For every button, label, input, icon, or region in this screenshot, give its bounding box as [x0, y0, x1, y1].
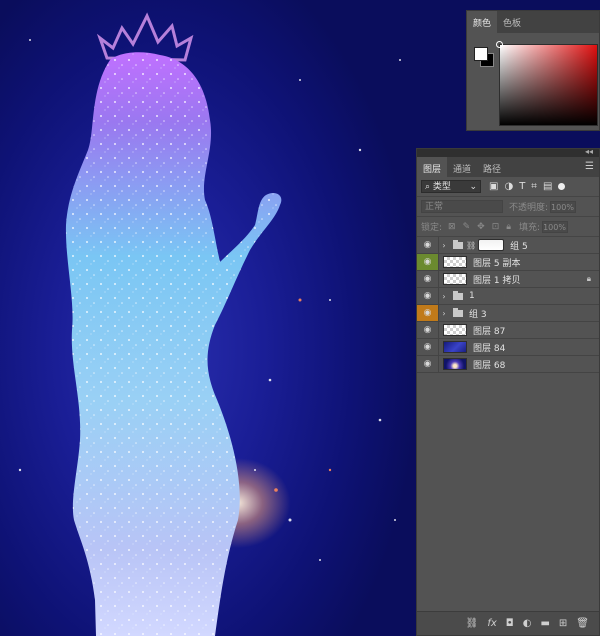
color-picker-handle[interactable] [496, 41, 503, 48]
lock-all-icon[interactable]: 🔒︎ [506, 222, 511, 232]
layer-name: 图层 1 拷贝 [473, 275, 521, 286]
filter-row: ⌕ 类型 ⌄ ▣ ◑ T ⌗ ▤ [417, 177, 599, 197]
color-panel: 颜色 色板 [466, 10, 600, 131]
panel-header-bar: ◂◂ [417, 147, 599, 157]
visibility-eye-icon[interactable]: ◉ [417, 271, 439, 287]
folder-icon [453, 239, 463, 249]
new-layer-icon[interactable]: ⊞ [559, 618, 567, 629]
lock-transparency-icon[interactable]: ⊠ [448, 222, 456, 232]
lock-row: 锁定: ⊠ ✎ ✥ ⊡ 🔒︎ 填充: 100% [417, 217, 599, 237]
lock-artboard-icon[interactable]: ⊡ [492, 222, 500, 232]
layers-bottom-toolbar: ⛓ fx ◘ ◐ ▬ ⊞ 🗑︎ [417, 611, 599, 635]
layer-row-group-1[interactable]: ◉ › 1 [417, 288, 599, 305]
tab-channels[interactable]: 通道 [447, 157, 477, 179]
panel-menu-icon[interactable]: ☰ [585, 161, 594, 172]
visibility-eye-icon[interactable]: ◉ [417, 288, 439, 304]
layer-row-5-copy[interactable]: ◉ 图层 5 副本 [417, 254, 599, 271]
color-spectrum-field[interactable] [499, 44, 598, 126]
layer-row-87[interactable]: ◉ 图层 87 [417, 322, 599, 339]
opacity-input[interactable]: 100% [550, 200, 577, 213]
layers-panel: ◂◂ 图层 通道 路径 ☰ ⌕ 类型 ⌄ ▣ ◑ T ⌗ ▤ 正常 不透明度: … [416, 147, 600, 636]
layer-name: 图层 68 [473, 360, 506, 371]
blend-mode-select[interactable]: 正常 [421, 200, 503, 213]
layer-row-group-3[interactable]: ◉ › 组 3 [417, 305, 599, 322]
filter-toggle[interactable] [558, 183, 566, 190]
layer-name: 图层 84 [473, 343, 506, 354]
search-icon: ⌕ [425, 182, 431, 192]
visibility-eye-icon[interactable]: ◉ [417, 322, 439, 338]
filter-type-select[interactable]: ⌕ 类型 ⌄ [421, 180, 481, 193]
layer-thumbnail [443, 273, 467, 285]
visibility-eye-icon[interactable]: ◉ [417, 254, 439, 270]
blend-mode-value: 正常 [425, 202, 444, 212]
layer-thumbnail [443, 341, 467, 353]
chevron-right-icon[interactable]: › [439, 292, 449, 301]
fx-icon[interactable]: fx [487, 618, 496, 629]
lock-pixels-icon[interactable]: ✎ [463, 222, 471, 232]
tab-layers[interactable]: 图层 [417, 157, 448, 179]
adjustment-filter-icon[interactable]: ◑ [504, 181, 513, 192]
layer-list: ◉ › ⛓ 组 5 ◉ 图层 5 副本 ◉ 图层 1 拷贝 🔒︎ ◉ › 1 ◉… [417, 237, 599, 373]
image-filter-icon[interactable]: ▣ [489, 181, 498, 192]
layer-thumbnail [443, 358, 467, 370]
text-filter-icon[interactable]: T [519, 181, 525, 192]
visibility-eye-icon[interactable]: ◉ [417, 339, 439, 355]
fill-input[interactable]: 100% [542, 220, 569, 233]
layer-name: 1 [469, 291, 475, 301]
link-layers-icon[interactable]: ⛓ [466, 618, 479, 629]
lock-label: 锁定: [421, 223, 443, 233]
chevron-right-icon[interactable]: › [439, 241, 449, 250]
layer-row-84[interactable]: ◉ 图层 84 [417, 339, 599, 356]
smart-object-filter-icon[interactable]: ▤ [543, 181, 552, 192]
link-icon: ⛓ [466, 240, 477, 250]
lock-position-icon[interactable]: ✥ [477, 222, 485, 232]
foreground-color-swatch[interactable] [474, 47, 488, 61]
folder-icon [453, 307, 463, 317]
fill-label: 填充: [519, 223, 541, 233]
shape-filter-icon[interactable]: ⌗ [531, 181, 537, 192]
tab-swatches[interactable]: 色板 [497, 11, 527, 33]
lock-icon: 🔒︎ [586, 274, 591, 283]
layer-row-1-copy[interactable]: ◉ 图层 1 拷贝 🔒︎ [417, 271, 599, 288]
layer-row-group-5[interactable]: ◉ › ⛓ 组 5 [417, 237, 599, 254]
visibility-eye-icon[interactable]: ◉ [417, 356, 439, 372]
color-panel-tabs: 颜色 色板 [467, 11, 599, 33]
layer-name: 组 3 [469, 309, 487, 320]
layer-name: 图层 87 [473, 326, 506, 337]
opacity-label: 不透明度: [509, 203, 549, 213]
new-group-icon[interactable]: ▬ [540, 618, 549, 629]
add-mask-icon[interactable]: ◘ [506, 618, 514, 629]
layer-row-68[interactable]: ◉ 图层 68 [417, 356, 599, 373]
layer-mask-thumbnail[interactable] [478, 239, 505, 251]
layers-panel-tabs: 图层 通道 路径 ☰ [417, 157, 599, 179]
layer-thumbnail [443, 256, 467, 268]
chevron-down-icon: ⌄ [469, 182, 477, 192]
filter-type-label: 类型 [432, 182, 451, 192]
visibility-eye-icon[interactable]: ◉ [417, 237, 439, 253]
adjustment-layer-icon[interactable]: ◐ [523, 618, 532, 629]
layer-name: 图层 5 副本 [473, 258, 521, 269]
delete-layer-icon[interactable]: 🗑︎ [576, 618, 589, 629]
layer-thumbnail [443, 324, 467, 336]
folder-icon [453, 290, 463, 300]
visibility-eye-icon[interactable]: ◉ [417, 305, 439, 321]
tab-color[interactable]: 颜色 [467, 11, 498, 33]
collapse-panel-icon[interactable]: ◂◂ [585, 147, 593, 156]
layer-name: 组 5 [510, 241, 528, 252]
chevron-right-icon[interactable]: › [439, 309, 449, 318]
blend-row: 正常 不透明度: 100% [417, 197, 599, 217]
tab-paths[interactable]: 路径 [477, 157, 507, 179]
